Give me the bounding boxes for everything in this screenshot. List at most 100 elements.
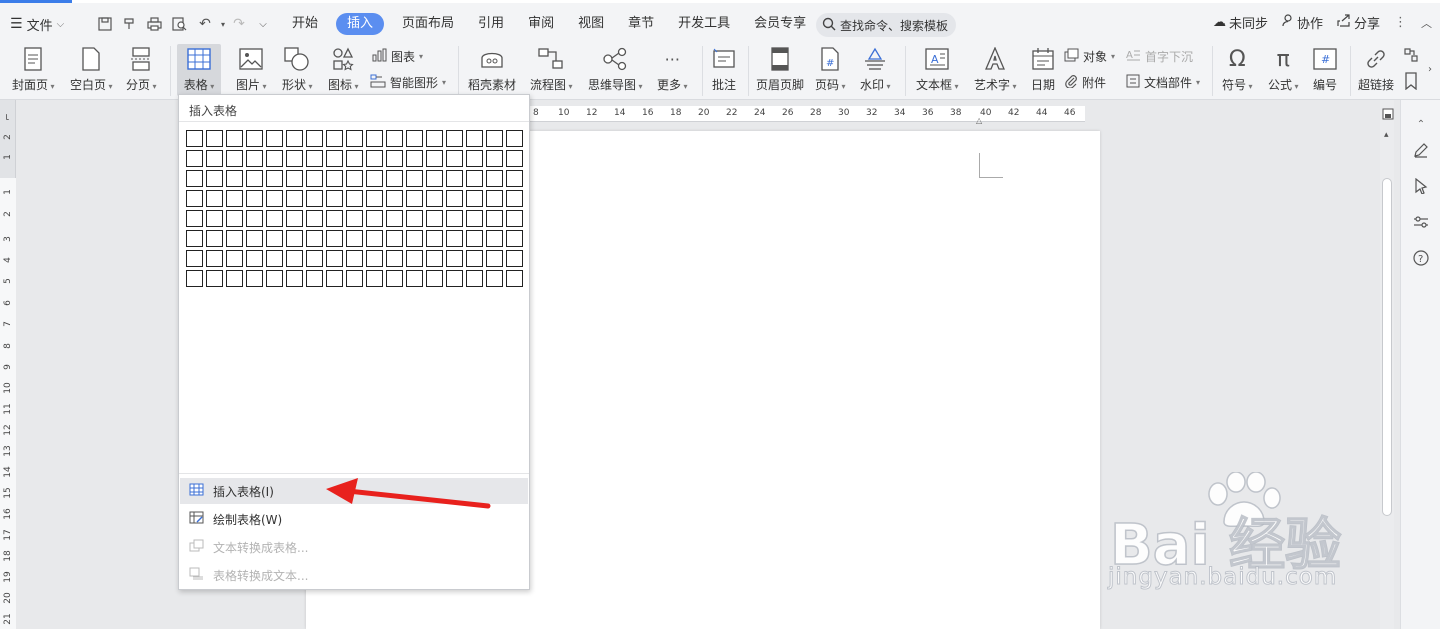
table-grid-cell[interactable]	[286, 270, 303, 287]
table-grid-cell[interactable]	[486, 210, 503, 227]
table-grid-cell[interactable]	[446, 270, 463, 287]
table-grid-cell[interactable]	[206, 230, 223, 247]
table-grid-cell[interactable]	[506, 150, 523, 167]
table-grid-cell[interactable]	[486, 150, 503, 167]
cursor-select-icon[interactable]	[1411, 176, 1431, 196]
table-grid-cell[interactable]	[246, 210, 263, 227]
bookmark-icon[interactable]	[1404, 72, 1418, 93]
table-grid-cell[interactable]	[286, 250, 303, 267]
table-grid-cell[interactable]	[466, 150, 483, 167]
table-grid-cell[interactable]	[426, 150, 443, 167]
table-grid-cell[interactable]	[426, 270, 443, 287]
table-grid-cell[interactable]	[426, 230, 443, 247]
table-grid-cell[interactable]	[466, 210, 483, 227]
table-grid-cell[interactable]	[366, 210, 383, 227]
drop-cap-button[interactable]: A 首字下沉	[1126, 48, 1193, 65]
comment-button[interactable]: 批注	[711, 46, 737, 93]
table-grid-cell[interactable]	[206, 150, 223, 167]
table-grid-cell[interactable]	[506, 270, 523, 287]
docer-material-button[interactable]: 稻壳素材	[468, 46, 516, 93]
table-grid-cell[interactable]	[326, 250, 343, 267]
tab-chapter[interactable]: 章节	[616, 13, 666, 35]
table-grid-cell[interactable]	[486, 230, 503, 247]
print-icon[interactable]	[143, 13, 165, 35]
doc-parts-button[interactable]: 文档部件 ▾	[1126, 74, 1200, 91]
table-grid-cell[interactable]	[346, 170, 363, 187]
table-grid-cell[interactable]	[426, 170, 443, 187]
table-grid-cell[interactable]	[266, 170, 283, 187]
table-grid-cell[interactable]	[386, 270, 403, 287]
settings-sliders-icon[interactable]	[1411, 212, 1431, 232]
table-grid-cell[interactable]	[246, 150, 263, 167]
collapse-ribbon-icon[interactable]: ︿	[1421, 15, 1432, 31]
table-grid-cell[interactable]	[326, 270, 343, 287]
table-grid-cell[interactable]	[366, 130, 383, 147]
print-preview-icon[interactable]	[168, 13, 190, 35]
table-grid-cell[interactable]	[486, 170, 503, 187]
tab-review[interactable]: 审阅	[516, 13, 566, 35]
table-grid-cell[interactable]	[226, 250, 243, 267]
table-grid-cell[interactable]	[326, 150, 343, 167]
help-icon[interactable]: ?	[1411, 248, 1431, 268]
table-grid-cell[interactable]	[266, 270, 283, 287]
table-grid-cell[interactable]	[366, 250, 383, 267]
table-grid-cell[interactable]	[246, 170, 263, 187]
table-grid-cell[interactable]	[506, 250, 523, 267]
scroll-up-icon[interactable]: ▴	[1384, 130, 1389, 140]
table-grid-cell[interactable]	[306, 250, 323, 267]
table-grid-cell[interactable]	[406, 130, 423, 147]
table-grid-cell[interactable]	[186, 230, 203, 247]
table-grid-cell[interactable]	[286, 130, 303, 147]
tab-view[interactable]: 视图	[566, 13, 616, 35]
table-grid-cell[interactable]	[386, 150, 403, 167]
more-button[interactable]: ··· 更多 ▾	[657, 46, 688, 93]
table-grid-cell[interactable]	[226, 230, 243, 247]
table-grid-cell[interactable]	[286, 230, 303, 247]
table-grid-cell[interactable]	[366, 190, 383, 207]
table-grid-cell[interactable]	[446, 210, 463, 227]
table-grid-cell[interactable]	[246, 190, 263, 207]
table-grid-cell[interactable]	[326, 130, 343, 147]
table-grid-cell[interactable]	[306, 170, 323, 187]
table-grid-cell[interactable]	[406, 170, 423, 187]
table-grid-cell[interactable]	[366, 170, 383, 187]
table-grid-cell[interactable]	[206, 170, 223, 187]
table-grid-cell[interactable]	[346, 250, 363, 267]
table-grid-cell[interactable]	[326, 230, 343, 247]
numbering-button[interactable]: # 编号	[1312, 46, 1338, 93]
date-button[interactable]: 日期	[1030, 46, 1056, 93]
table-grid-cell[interactable]	[366, 230, 383, 247]
table-grid-cell[interactable]	[246, 250, 263, 267]
table-grid-cell[interactable]	[446, 190, 463, 207]
table-grid-cell[interactable]	[286, 170, 303, 187]
table-grid-cell[interactable]	[486, 250, 503, 267]
table-grid-cell[interactable]	[426, 210, 443, 227]
flowchart-button[interactable]: 流程图 ▾	[530, 46, 573, 93]
table-grid-cell[interactable]	[446, 170, 463, 187]
wordart-button[interactable]: 艺术字 ▾	[974, 46, 1017, 93]
table-grid-cell[interactable]	[346, 230, 363, 247]
table-grid-cell[interactable]	[326, 170, 343, 187]
table-grid-cell[interactable]	[506, 210, 523, 227]
shape-button[interactable]: 形状 ▾	[282, 46, 313, 93]
mindmap-button[interactable]: 思维导图 ▾	[588, 46, 643, 93]
table-grid-cell[interactable]	[466, 250, 483, 267]
command-search-box[interactable]: 查找命令、搜索模板	[816, 13, 956, 37]
table-grid-cell[interactable]	[306, 130, 323, 147]
table-grid-cell[interactable]	[506, 230, 523, 247]
table-grid-cell[interactable]	[226, 210, 243, 227]
right-indent-marker[interactable]: △	[976, 116, 982, 125]
pane-expand-icon[interactable]: ⌃	[1411, 114, 1431, 134]
table-grid-cell[interactable]	[206, 130, 223, 147]
table-grid-cell[interactable]	[186, 270, 203, 287]
table-grid-cell[interactable]	[406, 230, 423, 247]
table-grid-cell[interactable]	[226, 190, 243, 207]
text-to-table-menu-item[interactable]: 文本转换成表格...	[180, 534, 528, 560]
ruler-tab-selector[interactable]: ⌐	[3, 111, 13, 123]
table-grid-cell[interactable]	[226, 150, 243, 167]
table-grid-cell[interactable]	[506, 130, 523, 147]
pen-icon[interactable]	[1411, 140, 1431, 160]
cross-reference-icon[interactable]	[1402, 46, 1420, 67]
table-grid-cell[interactable]	[346, 190, 363, 207]
table-grid-cell[interactable]	[226, 270, 243, 287]
